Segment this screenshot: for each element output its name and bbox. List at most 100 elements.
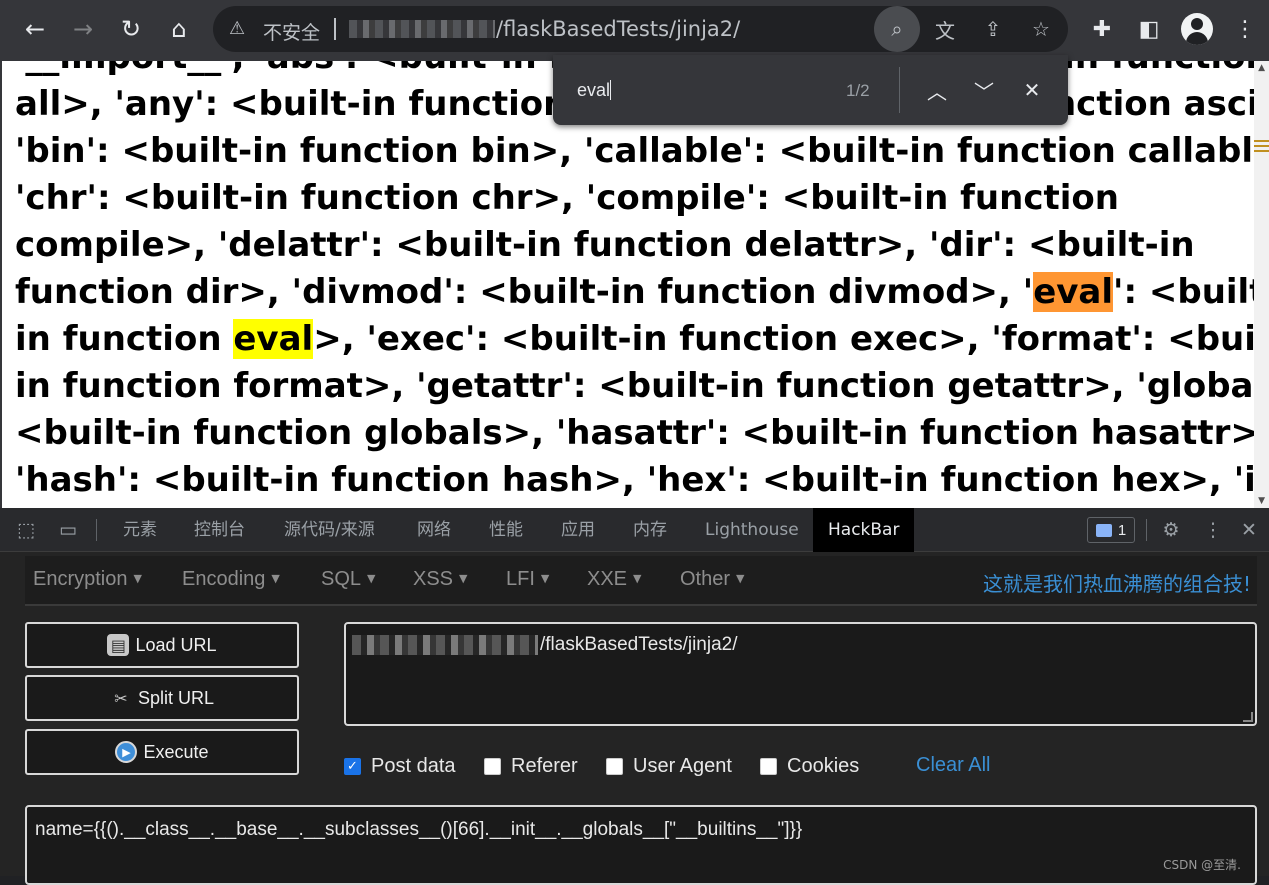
devtools-panel: ⬚ ▭ 元素 控制台 源代码/来源 网络 性能 应用 内存 Lighthouse… bbox=[0, 508, 1269, 885]
menu-xss[interactable]: XSS ▼ bbox=[413, 568, 468, 591]
translate-icon[interactable]: 文 bbox=[930, 14, 960, 44]
hackbar-slogan: 这就是我们热血沸腾的组合技! bbox=[982, 572, 1251, 596]
home-icon[interactable]: ⌂ bbox=[161, 11, 197, 47]
find-in-page-icon[interactable]: ⌕ bbox=[874, 6, 920, 52]
option-label: Cookies bbox=[787, 754, 860, 777]
split-url-icon: ✂ bbox=[114, 688, 128, 708]
menu-encryption[interactable]: Encryption ▼ bbox=[33, 568, 142, 591]
address-bar[interactable]: ⚠ 不安全 /flaskBasedTests/jinja2/ ⌕ 文 ⇪ ☆ bbox=[213, 6, 1068, 52]
split-url-button[interactable]: ✂ Split URL bbox=[25, 675, 299, 721]
menu-sql[interactable]: SQL ▼ bbox=[321, 568, 376, 591]
share-icon[interactable]: ⇪ bbox=[978, 14, 1008, 44]
caret-down-icon: ▼ bbox=[459, 572, 468, 585]
find-input[interactable]: eval bbox=[577, 80, 612, 101]
tab-network[interactable]: 网络 bbox=[417, 508, 451, 552]
cookies-checkbox[interactable] bbox=[760, 757, 777, 775]
tab-hackbar[interactable]: HackBar bbox=[813, 508, 915, 552]
clear-all-link[interactable]: Clear All bbox=[916, 754, 990, 777]
devtools-tabbar: ⬚ ▭ 元素 控制台 源代码/来源 网络 性能 应用 内存 Lighthouse… bbox=[0, 508, 1269, 552]
close-icon[interactable]: ✕ bbox=[1017, 75, 1047, 105]
security-label[interactable]: 不安全 bbox=[263, 18, 320, 45]
scroll-up-icon[interactable]: ▲ bbox=[1258, 63, 1265, 73]
option-cookies[interactable]: Cookies bbox=[760, 754, 859, 778]
execute-button[interactable]: ▶ Execute bbox=[25, 729, 299, 775]
builtins-dump: '__import__', 'abs': <built-in function … bbox=[15, 61, 1269, 508]
gear-icon[interactable]: ⚙ bbox=[1158, 518, 1184, 542]
post-data-text: name={{().__class__.__base__.__subclasse… bbox=[35, 819, 803, 840]
extensions-icon[interactable]: ✚ bbox=[1086, 13, 1118, 45]
url-textarea[interactable]: /flaskBasedTests/jinja2/ bbox=[344, 622, 1257, 726]
inspect-icon[interactable]: ⬚ bbox=[13, 518, 39, 542]
close-icon[interactable]: ✕ bbox=[1236, 518, 1262, 542]
tab-lighthouse[interactable]: Lighthouse bbox=[705, 508, 799, 552]
separator bbox=[1146, 519, 1147, 541]
chevron-up-icon[interactable]: ︿ bbox=[922, 75, 952, 105]
text-line: in function format>, 'getattr': <built-i… bbox=[15, 363, 1269, 410]
more-options-icon[interactable]: ⋮ bbox=[1200, 518, 1226, 542]
text-segment: ': <built- bbox=[1113, 272, 1269, 312]
caret-down-icon: ▼ bbox=[271, 572, 280, 585]
option-post-data[interactable]: ✓ Post data bbox=[344, 754, 456, 778]
url-path[interactable]: /flaskBasedTests/jinja2/ bbox=[496, 17, 740, 41]
tab-console[interactable]: 控制台 bbox=[194, 508, 245, 552]
forward-icon[interactable]: → bbox=[65, 11, 101, 47]
text-line: compile>, 'delattr': <built-in function … bbox=[15, 222, 1245, 269]
text-segment: >, 'exec': <built-in function exec>, 'fo… bbox=[313, 319, 1269, 359]
star-icon[interactable]: ☆ bbox=[1026, 14, 1056, 44]
menu-other[interactable]: Other ▼ bbox=[680, 568, 745, 591]
watermark: CSDN @至清. bbox=[1163, 858, 1241, 872]
option-label: Referer bbox=[511, 754, 578, 777]
separator bbox=[334, 18, 336, 40]
side-panel-icon[interactable]: ◧ bbox=[1133, 13, 1165, 45]
reload-icon[interactable]: ↻ bbox=[113, 11, 149, 47]
resize-handle[interactable] bbox=[1243, 712, 1253, 722]
chevron-down-icon[interactable]: ﹀ bbox=[969, 75, 999, 105]
device-toggle-icon[interactable]: ▭ bbox=[55, 518, 81, 542]
scrollbar[interactable]: ▲ ▼ bbox=[1254, 61, 1269, 508]
url-text: /flaskBasedTests/jinja2/ bbox=[540, 634, 738, 655]
warning-icon[interactable]: ⚠ bbox=[229, 18, 251, 40]
issues-button[interactable]: 1 bbox=[1087, 517, 1135, 543]
tab-memory[interactable]: 内存 bbox=[633, 508, 667, 552]
back-icon[interactable]: ← bbox=[17, 11, 53, 47]
find-bar: eval 1/2 ︿ ﹀ ✕ bbox=[553, 55, 1068, 125]
text-line: 'bin': <built-in function bin>, 'callabl… bbox=[15, 128, 1269, 175]
referer-checkbox[interactable] bbox=[484, 757, 501, 775]
menu-icon[interactable]: ⋮ bbox=[1229, 13, 1261, 45]
caret-down-icon: ▼ bbox=[367, 572, 376, 585]
issues-icon bbox=[1095, 523, 1112, 537]
post-data-textarea[interactable]: name={{().__class__.__base__.__subclasse… bbox=[25, 805, 1257, 885]
menu-xxe[interactable]: XXE ▼ bbox=[587, 568, 642, 591]
menu-encoding[interactable]: Encoding ▼ bbox=[182, 568, 280, 591]
text-line: 'hash': <built-in function hash>, 'hex':… bbox=[15, 457, 1269, 504]
text-segment: in function format>, 'getattr': <built-i… bbox=[15, 366, 1269, 406]
tab-elements[interactable]: 元素 bbox=[123, 508, 157, 552]
tab-performance[interactable]: 性能 bbox=[489, 508, 523, 552]
text-segment: <built-in function globals>, 'hasattr': … bbox=[15, 413, 1269, 453]
menu-lfi[interactable]: LFI ▼ bbox=[506, 568, 549, 591]
split-url-label: Split URL bbox=[137, 687, 215, 708]
tab-sources[interactable]: 源代码/来源 bbox=[284, 508, 375, 552]
scroll-down-icon[interactable]: ▼ bbox=[1258, 496, 1265, 506]
tab-application[interactable]: 应用 bbox=[561, 508, 595, 552]
user-agent-checkbox[interactable] bbox=[606, 757, 623, 775]
separator bbox=[96, 519, 97, 541]
text-segment: function dir>, 'divmod': <built-in funct… bbox=[15, 272, 1034, 312]
text-line: <built-in function globals>, 'hasattr': … bbox=[15, 410, 1269, 457]
load-url-button[interactable]: ▤ Load URL bbox=[25, 622, 299, 668]
separator bbox=[899, 67, 900, 113]
option-label: Post data bbox=[371, 754, 456, 777]
play-icon: ▶ bbox=[115, 741, 138, 763]
load-url-icon: ▤ bbox=[107, 634, 130, 656]
profile-icon[interactable] bbox=[1181, 13, 1213, 45]
caret-down-icon: ▼ bbox=[540, 572, 550, 585]
text-segment: 'hash': <built-in function hash>, 'hex':… bbox=[15, 460, 1269, 500]
option-referer[interactable]: Referer bbox=[484, 754, 578, 778]
post-data-checkbox[interactable]: ✓ bbox=[344, 757, 361, 775]
text-segment: in function bbox=[15, 319, 234, 359]
issues-count: 1 bbox=[1117, 521, 1127, 539]
option-user-agent[interactable]: User Agent bbox=[606, 754, 732, 778]
load-url-label: Load URL bbox=[135, 634, 217, 655]
active-find-match: eval bbox=[1033, 272, 1114, 312]
hackbar-menu: Encryption ▼ Encoding ▼ SQL ▼ XSS ▼ LFI ▼ XXE… bbox=[25, 556, 1257, 606]
